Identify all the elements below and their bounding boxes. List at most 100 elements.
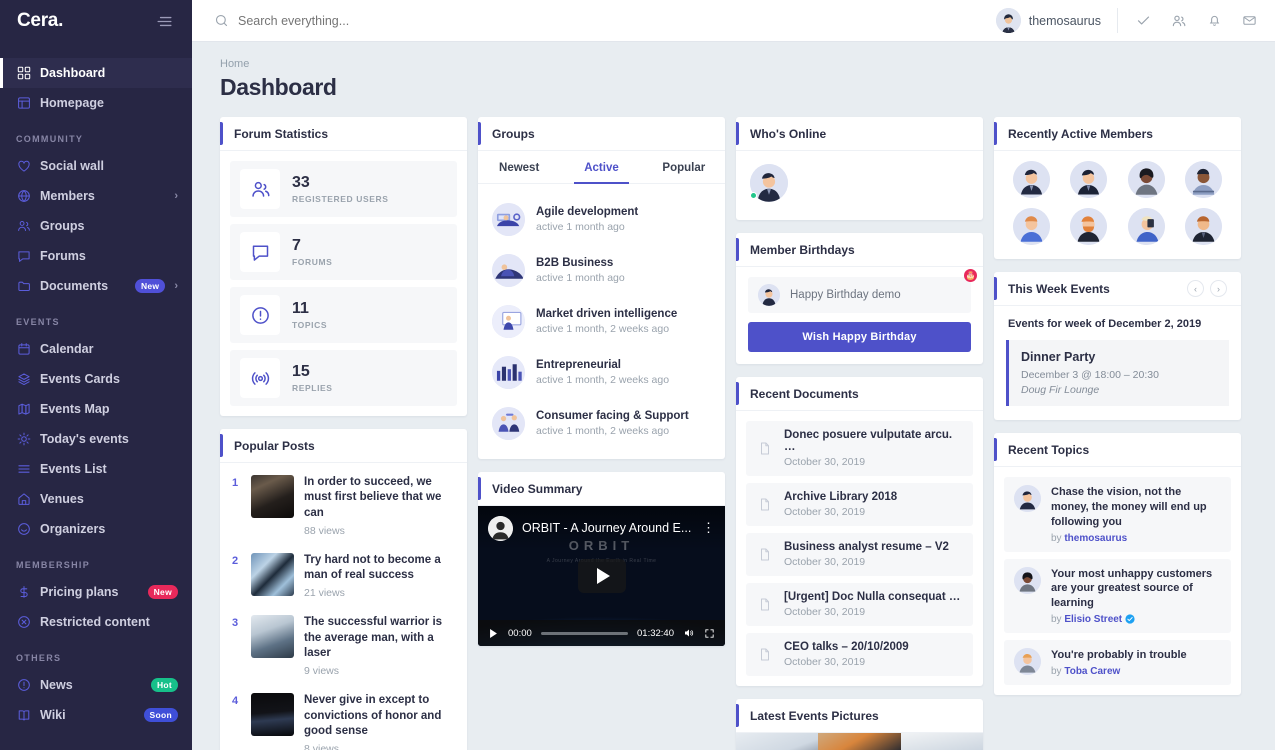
post-title: The successful warrior is the average ma… (304, 616, 443, 659)
post-rank: 4 (232, 695, 239, 708)
breadcrumb[interactable]: Home (220, 58, 1253, 70)
fullscreen-icon[interactable] (704, 628, 715, 639)
sidebar-item-calendar[interactable]: Calendar (0, 334, 192, 364)
collapse-menu-icon[interactable] (155, 12, 174, 31)
group-activity: active 1 month, 2 weeks ago (536, 374, 670, 386)
play-button-overlay[interactable] (577, 559, 626, 593)
users-icon (240, 169, 280, 209)
sidebar-item-pricing-plans[interactable]: Pricing plans New (0, 577, 192, 607)
list-item[interactable]: Chase the vision, not the money, the mon… (1004, 477, 1231, 552)
sidebar-item-news[interactable]: News Hot (0, 670, 192, 700)
sidebar-section-events: EVENTS (16, 317, 60, 327)
avatar[interactable] (1184, 208, 1222, 245)
event-item[interactable]: Dinner Party December 3 @ 18:00 – 20:30 Do… (1006, 340, 1229, 406)
stat-label: REPLIES (292, 382, 333, 393)
wish-happy-birthday-button[interactable]: Wish Happy Birthday (748, 322, 971, 352)
volume-icon[interactable] (683, 627, 695, 639)
sidebar-item-events-cards[interactable]: Events Cards (0, 364, 192, 394)
card-header: Video Summary (478, 472, 725, 506)
list-item[interactable]: Donec posuere vulputate arcu. … October 3… (746, 421, 973, 476)
sidebar-item-groups[interactable]: Groups (0, 211, 192, 241)
list-item[interactable]: You're probably in trouble by Toba Carew (1004, 640, 1231, 685)
sidebar-item-label: Wiki (40, 708, 66, 722)
avatar[interactable] (1127, 161, 1165, 198)
chevron-right-icon[interactable]: › (174, 280, 178, 292)
whos-online-card: Who's Online (736, 117, 983, 220)
document-title: Archive Library 2018 (784, 491, 898, 503)
sidebar-item-venues[interactable]: Venues (0, 484, 192, 514)
sidebar-item-documents[interactable]: Documents New › (0, 271, 192, 301)
group-avatar (492, 356, 525, 389)
list-item[interactable]: 3 The successful warrior is the average m… (230, 607, 457, 685)
list-item[interactable]: Agile development active 1 month ago (488, 194, 715, 245)
chevron-right-icon[interactable]: › (1210, 280, 1227, 297)
brand-logo[interactable]: Cera. (17, 10, 63, 32)
online-member-avatar[interactable] (750, 164, 788, 202)
sidebar-item-today-s-events[interactable]: Today's events (0, 424, 192, 454)
search-bar[interactable] (192, 13, 996, 28)
stat-row[interactable]: 15 REPLIES (230, 350, 457, 406)
cake-icon: 🎂 (964, 269, 977, 282)
avatar[interactable] (1127, 208, 1165, 245)
event-venue: Doug Fir Lounge (1021, 384, 1100, 396)
mail-icon[interactable] (1242, 13, 1257, 28)
sidebar-item-events-map[interactable]: Events Map (0, 394, 192, 424)
sidebar-item-organizers[interactable]: Organizers (0, 514, 192, 544)
tab-newest[interactable]: Newest (478, 151, 560, 183)
avatar[interactable] (1013, 161, 1051, 198)
group-name: Entrepreneurial (536, 359, 621, 371)
stat-row[interactable]: 7 FORUMS (230, 224, 457, 280)
avatar[interactable] (1070, 208, 1108, 245)
chevron-right-icon[interactable]: › (174, 190, 178, 202)
list-item[interactable]: CEO talks – 20/10/2009 October 30, 2019 (746, 633, 973, 676)
check-icon[interactable] (1136, 13, 1151, 28)
tab-active[interactable]: Active (560, 151, 642, 184)
list-item[interactable]: 2 Try hard not to become a man of real su… (230, 545, 457, 608)
tab-popular[interactable]: Popular (643, 151, 725, 183)
sidebar-item-forums[interactable]: Forums (0, 241, 192, 271)
list-item[interactable]: 4 Never give in except to convictions of … (230, 685, 457, 750)
sidebar-item-dashboard[interactable]: Dashboard (0, 58, 192, 88)
avatar[interactable] (1184, 161, 1222, 198)
list-item[interactable]: Consumer facing & Support active 1 month,… (488, 398, 715, 449)
avatar[interactable] (1070, 161, 1108, 198)
list-item[interactable]: Archive Library 2018 October 30, 2019 (746, 483, 973, 526)
list-item[interactable]: B2B Business active 1 month ago (488, 245, 715, 296)
list-item[interactable]: Your most unhappy customers are your gre… (1004, 558, 1231, 634)
sidebar-item-members[interactable]: Members › (0, 181, 192, 211)
birthday-row[interactable]: Happy Birthday demo 🎂 (748, 269, 977, 313)
kebab-menu-icon[interactable]: ⋮ (702, 521, 715, 534)
sidebar-item-wiki[interactable]: Wiki Soon (0, 700, 192, 730)
search-input[interactable] (238, 13, 538, 28)
user-menu[interactable]: themosaurus (995, 8, 1118, 33)
sidebar-item-homepage[interactable]: Homepage (0, 88, 192, 118)
sidebar-item-social-wall[interactable]: Social wall (0, 151, 192, 181)
event-picture[interactable] (736, 733, 819, 750)
sidebar-item-events-list[interactable]: Events List (0, 454, 192, 484)
list-item[interactable]: 1 In order to succeed, we must first beli… (230, 467, 457, 545)
video-player[interactable]: ORBIT A Journey Around the Earth in Real… (478, 506, 725, 646)
chevron-left-icon[interactable]: ‹ (1187, 280, 1204, 297)
bell-icon[interactable] (1207, 13, 1222, 28)
list-item[interactable]: Entrepreneurial active 1 month, 2 weeks a… (488, 347, 715, 398)
event-picture[interactable] (818, 733, 901, 750)
stat-row[interactable]: 33 REGISTERED USERS (230, 161, 457, 217)
avatar[interactable] (1013, 208, 1051, 245)
avatar (995, 8, 1021, 33)
stat-label: REGISTERED USERS (292, 193, 389, 204)
friends-icon[interactable] (1171, 13, 1187, 29)
post-title: In order to succeed, we must first belie… (304, 476, 442, 519)
list-item[interactable]: [Urgent] Doc Nulla consequat … October 30… (746, 583, 973, 626)
globe-icon (16, 189, 31, 204)
video-channel-avatar[interactable] (488, 515, 513, 541)
video-progress-bar[interactable] (540, 631, 629, 635)
document-title: [Urgent] Doc Nulla consequat … (784, 591, 961, 603)
play-icon[interactable] (488, 628, 499, 639)
sidebar-item-restricted-content[interactable]: Restricted content (0, 607, 192, 637)
event-picture[interactable] (900, 733, 983, 750)
list-item[interactable]: Business analyst resume – V2 October 30, … (746, 533, 973, 576)
sidebar-item-label: Groups (40, 219, 85, 233)
stat-row[interactable]: 11 TOPICS (230, 287, 457, 343)
list-item[interactable]: Market driven intelligence active 1 month… (488, 296, 715, 347)
post-rank: 3 (232, 617, 239, 630)
